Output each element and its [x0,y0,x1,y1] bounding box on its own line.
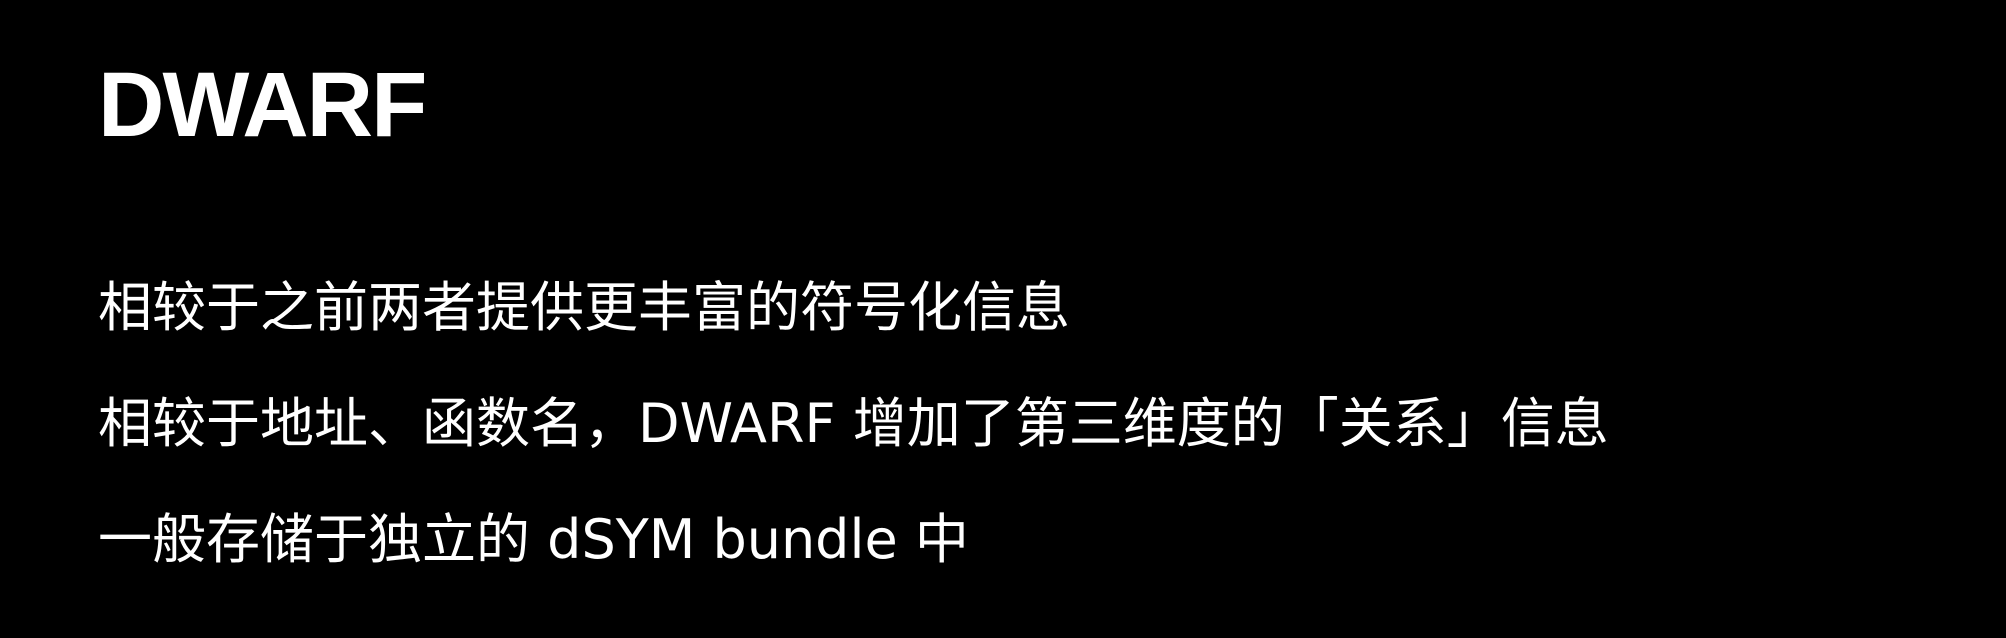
bullet-item-symbolication: 相较于之前两者提供更丰富的符号化信息 [98,276,1070,339]
bullet-list: 相较于之前两者提供更丰富的符号化信息 相较于地址、函数名，DWARF 增加了第三… [98,250,1609,598]
bullet-item-relationship: 相较于地址、函数名，DWARF 增加了第三维度的「关系」信息 [98,392,1609,455]
slide: DWARF 相较于之前两者提供更丰富的符号化信息 相较于地址、函数名，DWARF… [0,0,2006,638]
slide-title: DWARF [98,54,427,156]
bullet-item-dsym-storage: 一般存储于独立的 dSYM bundle 中 [98,508,969,571]
